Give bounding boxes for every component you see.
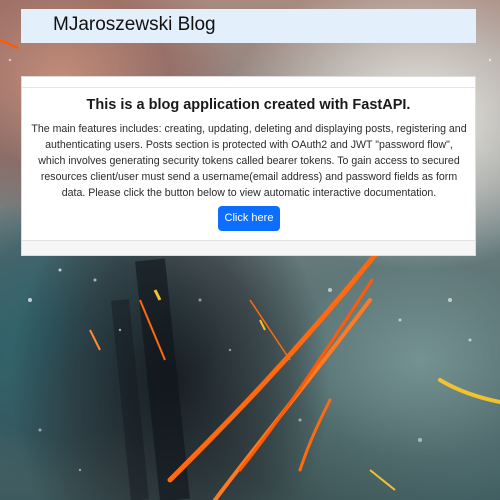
view-docs-button[interactable]: Click here [218,206,280,231]
info-card: This is a blog application created with … [21,76,476,256]
brand-title[interactable]: MJaroszewski Blog [53,14,216,36]
card-footer [22,240,475,255]
card-header-divider [22,87,475,88]
card-description: The main features includes: creating, up… [31,123,467,199]
card-title: This is a blog application created with … [86,97,411,113]
navbar: MJaroszewski Blog [21,9,476,43]
